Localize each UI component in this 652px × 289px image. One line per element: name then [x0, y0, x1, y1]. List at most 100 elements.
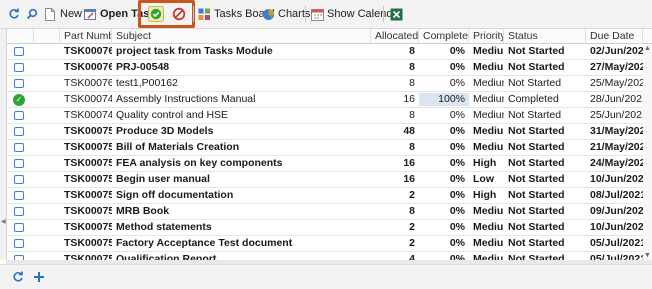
table-row[interactable]: TSK000758 Qualification Report 4 0% Medium No… — [7, 252, 652, 260]
cell-complete: 0% — [449, 125, 465, 137]
cell-allocated: 8 — [409, 61, 415, 73]
cell-status: Not Started — [508, 221, 565, 233]
cell-priority: Medium — [473, 237, 504, 249]
cell-part: TSK000756 — [64, 221, 112, 233]
new-document-icon — [43, 7, 57, 21]
cell-status: Not Started — [508, 109, 562, 121]
table-row[interactable]: TSK000751 Bill of Materials Creation 8 0% Me… — [7, 140, 652, 156]
row-checkbox[interactable] — [14, 111, 24, 120]
row-checkbox[interactable] — [14, 127, 24, 136]
cell-part: TSK000749 — [64, 109, 112, 121]
scroll-up-icon[interactable]: ▲ — [644, 45, 651, 52]
cell-status: Not Started — [508, 173, 565, 185]
cell-part: TSK000750 — [64, 125, 112, 137]
cell-subject: Qualification Report — [116, 253, 217, 260]
scroll-down-icon[interactable]: ▼ — [644, 252, 651, 259]
cell-part: TSK000755 — [64, 205, 112, 217]
row-checkbox[interactable] — [14, 159, 24, 168]
cell-status: Not Started — [508, 157, 565, 169]
cell-status: Completed — [508, 93, 559, 105]
footer-add-button[interactable] — [32, 270, 46, 284]
excel-icon — [389, 7, 403, 21]
new-label: New — [60, 8, 83, 20]
table-row[interactable]: TSK000750 Produce 3D Models 48 0% Medium Not … — [7, 124, 652, 140]
grid-header: Part Number Subject Allocated Complete P… — [7, 29, 652, 44]
cell-status: Not Started — [508, 77, 562, 89]
table-row[interactable]: TSK000749 Quality control and HSE 8 0% Mediu… — [7, 108, 652, 124]
cell-subject: Begin user manual — [116, 173, 210, 185]
open-task-icon — [83, 7, 97, 21]
cell-complete: 0% — [449, 253, 465, 260]
cell-priority: Medium — [473, 61, 504, 73]
table-row[interactable]: TSK000769 project task from Tasks Module 8… — [7, 44, 652, 60]
new-button[interactable]: New — [40, 3, 85, 25]
header-part-number[interactable]: Part Number — [60, 29, 112, 44]
cell-complete: 0% — [449, 45, 465, 57]
cell-complete: 0% — [449, 141, 465, 153]
search-button[interactable] — [22, 3, 42, 25]
cell-priority: Medium — [473, 253, 504, 260]
calendar-icon — [310, 7, 324, 21]
table-row[interactable]: TSK000754 Sign off documentation 2 0% High No… — [7, 188, 652, 204]
cell-allocated: 2 — [409, 189, 415, 201]
row-checkbox[interactable] — [14, 63, 24, 72]
cell-due: 10/Jun/2021 — [590, 221, 643, 233]
cell-due: 25/May/2021 — [590, 77, 643, 89]
cell-allocated: 48 — [403, 125, 415, 137]
table-row[interactable]: TSK000753 Begin user manual 16 0% Low Not Sta… — [7, 172, 652, 188]
cell-allocated: 8 — [409, 45, 415, 57]
cell-priority: Medium — [473, 221, 504, 233]
cell-part: TSK000748 — [64, 93, 112, 105]
row-checkbox[interactable] — [14, 239, 24, 248]
table-row[interactable]: TSK000757 Factory Acceptance Test documen… — [7, 236, 652, 252]
excel-export-button[interactable] — [386, 3, 406, 25]
table-row[interactable]: TSK000768 PRJ-00548 8 0% Medium Not Started 27… — [7, 60, 652, 76]
cell-complete: 0% — [449, 157, 465, 169]
cell-priority: Medium — [473, 205, 504, 217]
row-checkbox[interactable] — [14, 47, 24, 56]
footer-refresh-button[interactable] — [11, 270, 25, 284]
cell-subject: FEA analysis on key components — [116, 157, 283, 169]
cell-subject: Assembly Instructions Manual — [116, 93, 256, 105]
header-blank-col[interactable] — [34, 29, 60, 44]
cell-status: Not Started — [508, 189, 565, 201]
refresh-icon — [7, 7, 21, 21]
refresh-button[interactable] — [4, 3, 24, 25]
table-row[interactable]: TSK000755 MRB Book 8 0% Medium Not Started 09/… — [7, 204, 652, 220]
row-checkbox[interactable] — [14, 191, 24, 200]
cell-priority: Medium — [473, 109, 504, 121]
cell-due: 27/May/2021 — [590, 61, 643, 73]
cell-complete: 0% — [449, 205, 465, 217]
row-checkbox[interactable] — [14, 207, 24, 216]
header-subject[interactable]: Subject — [112, 29, 371, 44]
cell-allocated: 16 — [403, 93, 415, 105]
table-row[interactable]: TSK000752 FEA analysis on key components 1… — [7, 156, 652, 172]
header-allocated[interactable]: Allocated — [371, 29, 419, 44]
row-checkbox[interactable] — [14, 143, 24, 152]
cell-part: TSK000751 — [64, 141, 112, 153]
footer-bar — [0, 264, 652, 289]
row-checkbox[interactable] — [14, 175, 24, 184]
cell-allocated: 16 — [403, 173, 415, 185]
table-row[interactable]: TSK000756 Method statements 2 0% Medium Not S… — [7, 220, 652, 236]
vertical-scrollbar[interactable]: ▲ ▼ — [643, 44, 652, 260]
table-row[interactable]: ✓ TSK000748 Assembly Instructions Manual 16… — [7, 92, 652, 108]
cell-due: 05/Jul/2021 — [590, 237, 643, 249]
cell-due: 28/Jun/2021 — [590, 93, 643, 105]
header-checkbox-col[interactable] — [7, 29, 34, 44]
row-checkbox[interactable] — [14, 79, 24, 88]
cell-part: TSK000757 — [64, 237, 112, 249]
cell-complete: 100% — [419, 92, 469, 107]
cell-part: TSK000768 — [64, 61, 112, 73]
cell-priority: Medium — [473, 45, 504, 57]
cell-due: 05/Jul/2021 — [590, 253, 643, 260]
cell-priority: High — [473, 189, 497, 201]
table-row[interactable]: TSK000767 test1,P00162 8 0% Medium Not Starte… — [7, 76, 652, 92]
row-checkbox[interactable] — [14, 223, 24, 232]
toolbar-separator — [383, 6, 384, 22]
header-priority[interactable]: Priority — [469, 29, 504, 44]
header-complete[interactable]: Complete — [419, 29, 469, 44]
cell-status: Not Started — [508, 141, 565, 153]
header-status[interactable]: Status — [504, 29, 586, 44]
header-due-date[interactable]: Due Date — [586, 29, 643, 44]
